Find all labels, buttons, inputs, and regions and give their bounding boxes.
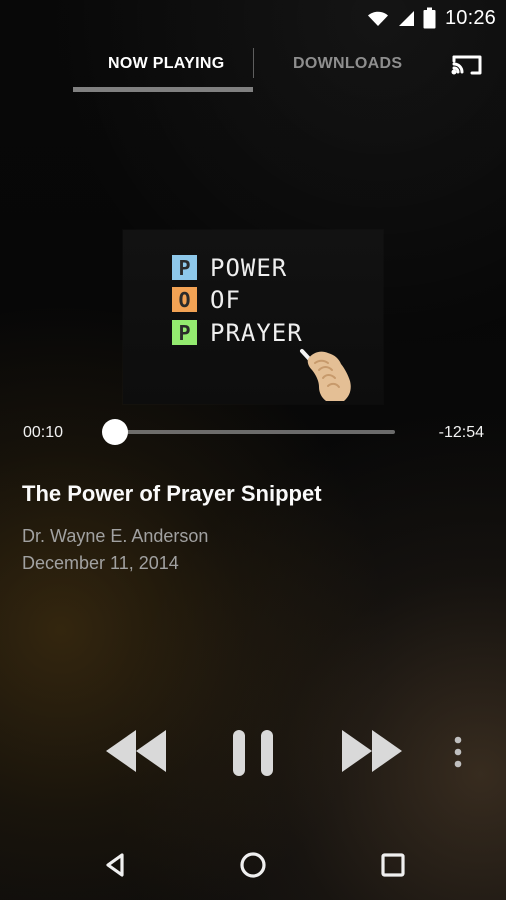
more-options-button[interactable] <box>451 735 465 769</box>
cast-icon <box>451 55 482 75</box>
tab-divider <box>253 48 254 78</box>
cover-letter-p-box: P <box>172 255 197 280</box>
back-icon <box>106 853 124 877</box>
tab-now-playing[interactable]: NOW PLAYING <box>108 55 225 73</box>
fast-forward-button[interactable] <box>340 729 402 773</box>
home-icon <box>240 852 266 878</box>
status-icons: 10:26 <box>366 7 496 29</box>
fast-forward-icon <box>342 730 402 772</box>
episode-date: December 11, 2014 <box>22 553 179 573</box>
pause-button[interactable] <box>230 728 276 778</box>
hand-drawing-icon <box>300 349 351 401</box>
album-art: P POWER O OF P PRAYER <box>123 230 383 404</box>
tab-downloads[interactable]: DOWNLOADS <box>293 55 402 73</box>
episode-title: The Power of Prayer Snippet <box>22 481 322 506</box>
progress-slider[interactable] <box>102 419 395 445</box>
cover-letter-o-box: O <box>172 287 197 312</box>
rewind-icon <box>106 730 166 772</box>
recent-apps-icon <box>381 853 405 877</box>
wifi-icon <box>367 11 388 26</box>
home-button[interactable] <box>238 850 268 880</box>
playback-controls <box>0 720 506 784</box>
tab-now-playing-label: NOW PLAYING <box>108 55 225 72</box>
tab-downloads-label: DOWNLOADS <box>293 55 403 72</box>
battery-icon <box>423 7 436 29</box>
cover-word-of: OF <box>210 285 241 314</box>
more-vertical-icon <box>454 736 462 768</box>
remaining-time: -12:54 <box>438 424 484 441</box>
cover-word-prayer: PRAYER <box>210 318 303 347</box>
elapsed-time: 00:10 <box>23 424 64 441</box>
signal-icon <box>398 11 414 26</box>
cover-line-power: P POWER <box>172 255 287 280</box>
cast-button[interactable] <box>447 50 487 80</box>
cover-word-power: POWER <box>210 253 288 282</box>
android-navigation-bar <box>0 832 506 900</box>
cover-line-prayer: P PRAYER <box>172 320 303 345</box>
active-tab-indicator <box>73 87 253 92</box>
cover-line-of: O OF <box>172 287 241 312</box>
recent-apps-button[interactable] <box>378 850 408 880</box>
cover-letter-p2-box: P <box>172 320 197 345</box>
status-bar: 10:26 <box>0 0 506 36</box>
back-button[interactable] <box>100 850 130 880</box>
pause-icon <box>233 730 273 776</box>
rewind-button[interactable] <box>106 729 168 773</box>
top-tab-bar: NOW PLAYING DOWNLOADS <box>0 38 506 96</box>
progress-thumb[interactable] <box>102 419 128 445</box>
status-time: 10:26 <box>444 7 496 29</box>
episode-speaker: Dr. Wayne E. Anderson <box>22 526 209 546</box>
